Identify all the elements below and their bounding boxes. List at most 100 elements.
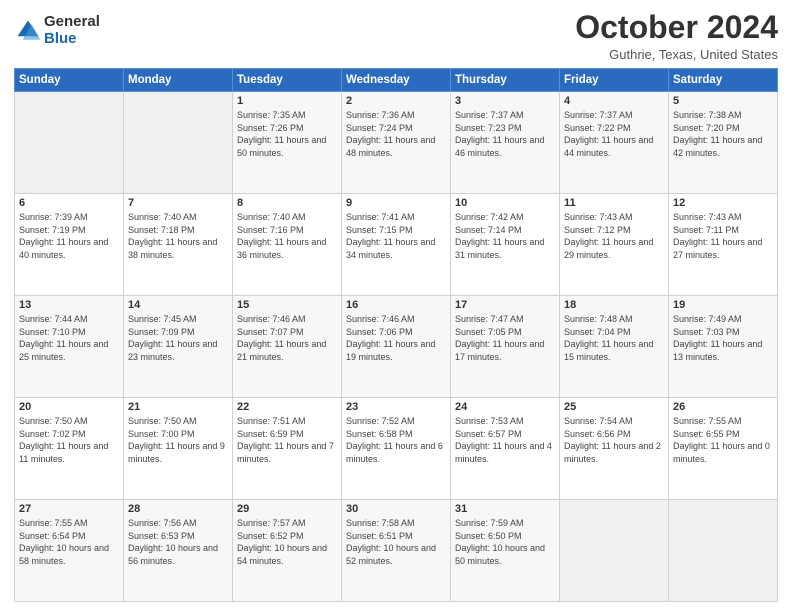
day-info: Sunrise: 7:39 AMSunset: 7:19 PMDaylight:…	[19, 212, 108, 260]
day-info: Sunrise: 7:36 AMSunset: 7:24 PMDaylight:…	[346, 110, 435, 158]
day-info: Sunrise: 7:50 AMSunset: 7:02 PMDaylight:…	[19, 416, 108, 464]
day-info: Sunrise: 7:38 AMSunset: 7:20 PMDaylight:…	[673, 110, 762, 158]
day-number: 8	[237, 197, 337, 209]
day-cell: 2 Sunrise: 7:36 AMSunset: 7:24 PMDayligh…	[342, 92, 451, 194]
day-cell: 20 Sunrise: 7:50 AMSunset: 7:02 PMDaylig…	[15, 398, 124, 500]
day-number: 1	[237, 95, 337, 107]
day-info: Sunrise: 7:51 AMSunset: 6:59 PMDaylight:…	[237, 416, 334, 464]
day-info: Sunrise: 7:45 AMSunset: 7:09 PMDaylight:…	[128, 314, 217, 362]
day-number: 25	[564, 401, 664, 413]
day-number: 9	[346, 197, 446, 209]
day-info: Sunrise: 7:46 AMSunset: 7:07 PMDaylight:…	[237, 314, 326, 362]
col-sunday: Sunday	[15, 69, 124, 92]
day-number: 31	[455, 503, 555, 515]
week-row-1: 1 Sunrise: 7:35 AMSunset: 7:26 PMDayligh…	[15, 92, 778, 194]
day-cell	[560, 500, 669, 602]
day-cell: 24 Sunrise: 7:53 AMSunset: 6:57 PMDaylig…	[451, 398, 560, 500]
day-cell	[15, 92, 124, 194]
day-number: 17	[455, 299, 555, 311]
day-number: 21	[128, 401, 228, 413]
day-info: Sunrise: 7:50 AMSunset: 7:00 PMDaylight:…	[128, 416, 225, 464]
day-info: Sunrise: 7:48 AMSunset: 7:04 PMDaylight:…	[564, 314, 653, 362]
day-cell: 22 Sunrise: 7:51 AMSunset: 6:59 PMDaylig…	[233, 398, 342, 500]
day-number: 14	[128, 299, 228, 311]
day-cell: 25 Sunrise: 7:54 AMSunset: 6:56 PMDaylig…	[560, 398, 669, 500]
day-info: Sunrise: 7:47 AMSunset: 7:05 PMDaylight:…	[455, 314, 544, 362]
day-cell: 29 Sunrise: 7:57 AMSunset: 6:52 PMDaylig…	[233, 500, 342, 602]
logo-icon	[14, 17, 42, 45]
day-cell: 18 Sunrise: 7:48 AMSunset: 7:04 PMDaylig…	[560, 296, 669, 398]
day-cell: 4 Sunrise: 7:37 AMSunset: 7:22 PMDayligh…	[560, 92, 669, 194]
week-row-5: 27 Sunrise: 7:55 AMSunset: 6:54 PMDaylig…	[15, 500, 778, 602]
day-cell: 19 Sunrise: 7:49 AMSunset: 7:03 PMDaylig…	[669, 296, 778, 398]
day-number: 13	[19, 299, 119, 311]
day-number: 27	[19, 503, 119, 515]
day-number: 10	[455, 197, 555, 209]
week-row-4: 20 Sunrise: 7:50 AMSunset: 7:02 PMDaylig…	[15, 398, 778, 500]
day-number: 7	[128, 197, 228, 209]
day-cell: 7 Sunrise: 7:40 AMSunset: 7:18 PMDayligh…	[124, 194, 233, 296]
day-cell: 27 Sunrise: 7:55 AMSunset: 6:54 PMDaylig…	[15, 500, 124, 602]
day-cell: 26 Sunrise: 7:55 AMSunset: 6:55 PMDaylig…	[669, 398, 778, 500]
day-info: Sunrise: 7:37 AMSunset: 7:23 PMDaylight:…	[455, 110, 544, 158]
day-info: Sunrise: 7:54 AMSunset: 6:56 PMDaylight:…	[564, 416, 661, 464]
day-info: Sunrise: 7:35 AMSunset: 7:26 PMDaylight:…	[237, 110, 326, 158]
day-cell: 21 Sunrise: 7:50 AMSunset: 7:00 PMDaylig…	[124, 398, 233, 500]
day-info: Sunrise: 7:37 AMSunset: 7:22 PMDaylight:…	[564, 110, 653, 158]
day-number: 2	[346, 95, 446, 107]
logo-general: General	[44, 14, 100, 31]
day-number: 18	[564, 299, 664, 311]
calendar-table: Sunday Monday Tuesday Wednesday Thursday…	[14, 68, 778, 602]
day-cell: 3 Sunrise: 7:37 AMSunset: 7:23 PMDayligh…	[451, 92, 560, 194]
col-friday: Friday	[560, 69, 669, 92]
day-info: Sunrise: 7:59 AMSunset: 6:50 PMDaylight:…	[455, 518, 545, 566]
title-area: October 2024 Guthrie, Texas, United Stat…	[575, 10, 778, 62]
day-number: 12	[673, 197, 773, 209]
day-number: 26	[673, 401, 773, 413]
day-info: Sunrise: 7:41 AMSunset: 7:15 PMDaylight:…	[346, 212, 435, 260]
day-info: Sunrise: 7:57 AMSunset: 6:52 PMDaylight:…	[237, 518, 327, 566]
day-cell: 31 Sunrise: 7:59 AMSunset: 6:50 PMDaylig…	[451, 500, 560, 602]
day-cell: 17 Sunrise: 7:47 AMSunset: 7:05 PMDaylig…	[451, 296, 560, 398]
day-info: Sunrise: 7:46 AMSunset: 7:06 PMDaylight:…	[346, 314, 435, 362]
day-cell: 23 Sunrise: 7:52 AMSunset: 6:58 PMDaylig…	[342, 398, 451, 500]
day-info: Sunrise: 7:40 AMSunset: 7:18 PMDaylight:…	[128, 212, 217, 260]
col-monday: Monday	[124, 69, 233, 92]
day-number: 4	[564, 95, 664, 107]
day-info: Sunrise: 7:55 AMSunset: 6:55 PMDaylight:…	[673, 416, 770, 464]
day-cell: 14 Sunrise: 7:45 AMSunset: 7:09 PMDaylig…	[124, 296, 233, 398]
day-cell: 1 Sunrise: 7:35 AMSunset: 7:26 PMDayligh…	[233, 92, 342, 194]
col-thursday: Thursday	[451, 69, 560, 92]
day-cell: 15 Sunrise: 7:46 AMSunset: 7:07 PMDaylig…	[233, 296, 342, 398]
day-cell: 5 Sunrise: 7:38 AMSunset: 7:20 PMDayligh…	[669, 92, 778, 194]
day-info: Sunrise: 7:52 AMSunset: 6:58 PMDaylight:…	[346, 416, 443, 464]
day-number: 24	[455, 401, 555, 413]
day-info: Sunrise: 7:43 AMSunset: 7:11 PMDaylight:…	[673, 212, 762, 260]
day-number: 3	[455, 95, 555, 107]
day-info: Sunrise: 7:40 AMSunset: 7:16 PMDaylight:…	[237, 212, 326, 260]
col-wednesday: Wednesday	[342, 69, 451, 92]
logo: General Blue	[14, 14, 100, 47]
week-row-2: 6 Sunrise: 7:39 AMSunset: 7:19 PMDayligh…	[15, 194, 778, 296]
day-number: 19	[673, 299, 773, 311]
day-cell: 9 Sunrise: 7:41 AMSunset: 7:15 PMDayligh…	[342, 194, 451, 296]
day-info: Sunrise: 7:42 AMSunset: 7:14 PMDaylight:…	[455, 212, 544, 260]
header: General Blue October 2024 Guthrie, Texas…	[14, 10, 778, 62]
day-number: 6	[19, 197, 119, 209]
day-info: Sunrise: 7:56 AMSunset: 6:53 PMDaylight:…	[128, 518, 218, 566]
day-cell: 28 Sunrise: 7:56 AMSunset: 6:53 PMDaylig…	[124, 500, 233, 602]
day-cell: 8 Sunrise: 7:40 AMSunset: 7:16 PMDayligh…	[233, 194, 342, 296]
day-cell	[669, 500, 778, 602]
day-info: Sunrise: 7:53 AMSunset: 6:57 PMDaylight:…	[455, 416, 552, 464]
day-info: Sunrise: 7:55 AMSunset: 6:54 PMDaylight:…	[19, 518, 109, 566]
day-cell: 11 Sunrise: 7:43 AMSunset: 7:12 PMDaylig…	[560, 194, 669, 296]
day-number: 15	[237, 299, 337, 311]
calendar-container: General Blue October 2024 Guthrie, Texas…	[0, 0, 792, 612]
month-title: October 2024	[575, 10, 778, 45]
day-number: 30	[346, 503, 446, 515]
day-number: 20	[19, 401, 119, 413]
day-info: Sunrise: 7:49 AMSunset: 7:03 PMDaylight:…	[673, 314, 762, 362]
day-number: 11	[564, 197, 664, 209]
day-number: 28	[128, 503, 228, 515]
day-number: 22	[237, 401, 337, 413]
